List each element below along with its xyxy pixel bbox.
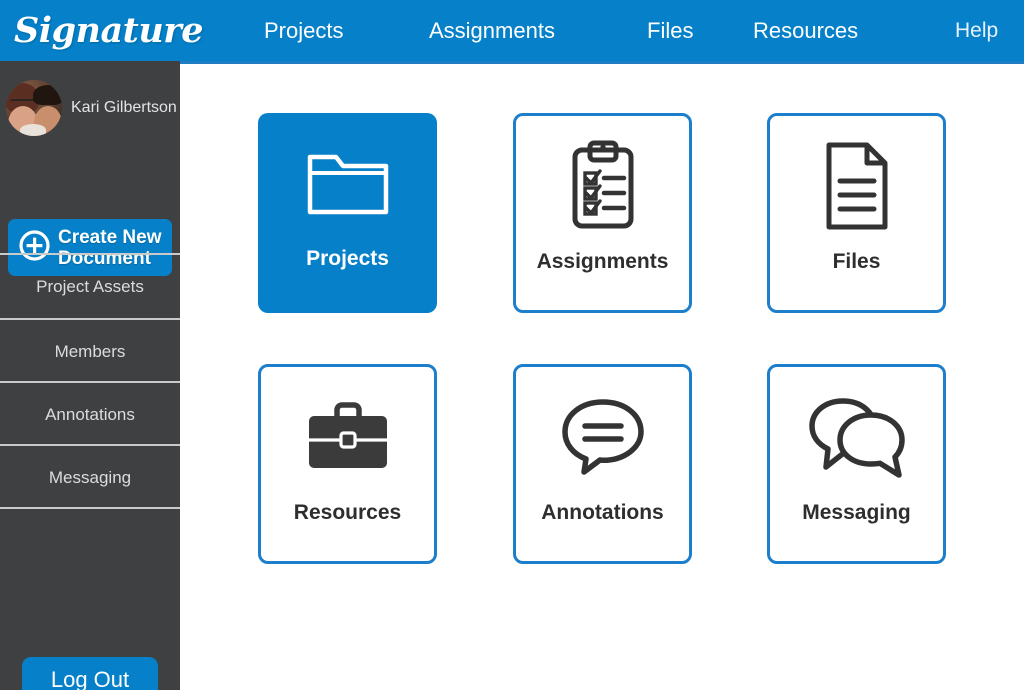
nav-item-help[interactable]: Help	[955, 19, 998, 43]
tile-assignments[interactable]: Assignments	[513, 113, 692, 313]
avatar	[6, 79, 62, 136]
tile-label: Messaging	[802, 501, 911, 524]
tile-resources[interactable]: Resources	[258, 364, 437, 564]
sidebar-item-label: Annotations	[45, 404, 135, 424]
sidebar-item-label: Messaging	[48, 467, 132, 487]
sidebar-item-annotations[interactable]: Annotations	[0, 383, 180, 446]
sidebar-item-label: Members	[54, 341, 126, 361]
tile-label: Annotations	[541, 501, 664, 524]
sidebar-item-messaging[interactable]: Messaging	[0, 446, 180, 509]
tile-messaging[interactable]: Messaging	[767, 364, 946, 564]
app-root: Signature Projects Assignments Files Res…	[0, 0, 1024, 690]
create-label-line1: Create New	[58, 226, 162, 248]
sidebar-item-members[interactable]: Members	[0, 320, 180, 383]
nav-item-assignments[interactable]: Assignments	[429, 18, 555, 44]
briefcase-icon	[304, 373, 392, 501]
folder-icon	[307, 119, 389, 247]
tile-projects[interactable]: Projects	[258, 113, 437, 313]
top-header-bar: Signature Projects Assignments Files Res…	[0, 0, 1024, 61]
log-out-label: Log Out	[50, 667, 130, 690]
nav-item-files[interactable]: Files	[647, 18, 693, 44]
main-content: Projects Assignments Files Resources Ann…	[180, 64, 1024, 690]
user-name: Kari Gilbertson	[71, 98, 177, 116]
speech-bubble-icon	[560, 373, 646, 501]
tile-label: Projects	[306, 247, 389, 270]
clipboard-checklist-icon	[567, 122, 639, 250]
sidebar-item-project-assets[interactable]: Project Assets	[0, 255, 180, 318]
tile-files[interactable]: Files	[767, 113, 946, 313]
tile-annotations[interactable]: Annotations	[513, 364, 692, 564]
sidebar: Kari Gilbertson Create New Document Proj…	[0, 61, 180, 690]
log-out-button[interactable]: Log Out	[22, 657, 158, 690]
document-icon	[824, 122, 890, 250]
sidebar-divider	[0, 507, 180, 509]
tile-label: Files	[832, 250, 881, 273]
main-navigation: Projects Assignments Files Resources Hel…	[180, 0, 1024, 61]
app-logo[interactable]: Signature	[0, 0, 204, 61]
user-profile[interactable]: Kari Gilbertson	[0, 61, 180, 154]
tile-label: Resources	[293, 501, 402, 524]
nav-item-resources[interactable]: Resources	[753, 18, 858, 44]
sidebar-item-label: Project Assets	[36, 276, 144, 296]
tile-label: Assignments	[536, 250, 669, 273]
two-speech-bubbles-icon	[807, 373, 907, 501]
nav-item-projects[interactable]: Projects	[264, 18, 343, 44]
